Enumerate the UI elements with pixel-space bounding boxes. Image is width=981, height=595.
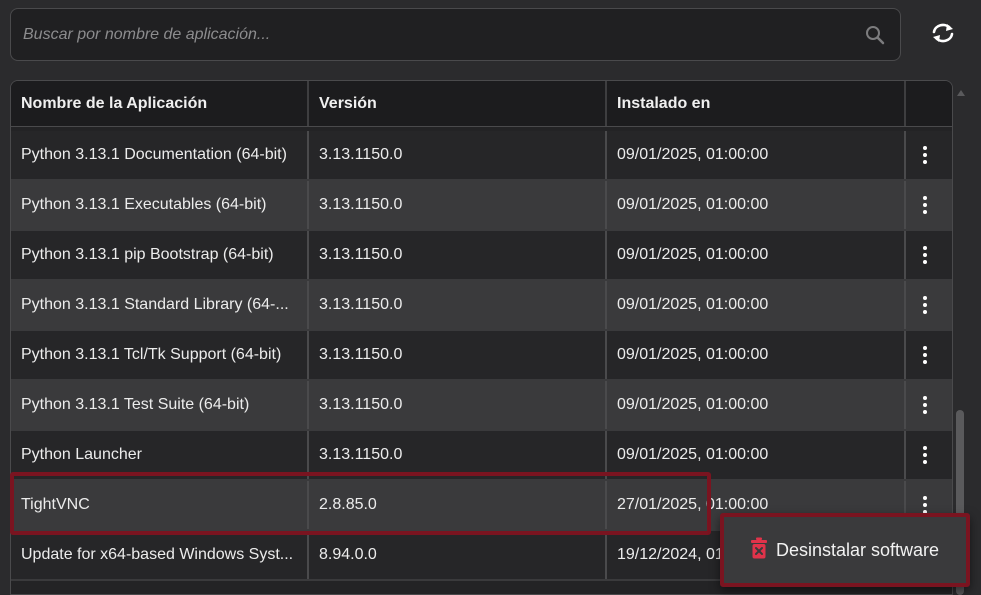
trash-icon xyxy=(750,537,768,564)
cell-version: 3.13.1150.0 xyxy=(309,181,607,229)
cell-name: Python 3.13.1 pip Bootstrap (64-bit) xyxy=(11,231,309,279)
cell-name: TightVNC xyxy=(11,481,309,529)
cell-name: Python 3.13.1 Standard Library (64-... xyxy=(11,281,309,329)
cell-version: 3.13.1150.0 xyxy=(309,281,607,329)
table-row[interactable]: Python Launcher 3.13.1150.0 09/01/2025, … xyxy=(11,431,952,481)
more-vertical-icon xyxy=(923,246,935,264)
more-options-button[interactable] xyxy=(906,281,952,329)
table-row[interactable]: Python 3.13.1 Executables (64-bit) 3.13.… xyxy=(11,181,952,231)
more-vertical-icon xyxy=(923,346,935,364)
table-header: Nombre de la Aplicación Versión Instalad… xyxy=(11,81,952,127)
cell-installed: 09/01/2025, 01:00:00 xyxy=(607,381,906,429)
cell-name: Python 3.13.1 Test Suite (64-bit) xyxy=(11,381,309,429)
cell-name: Python Launcher xyxy=(11,431,309,479)
cell-version: 3.13.1150.0 xyxy=(309,381,607,429)
more-options-button[interactable] xyxy=(906,231,952,279)
cell-installed: 09/01/2025, 01:00:00 xyxy=(607,231,906,279)
cell-installed: 09/01/2025, 01:00:00 xyxy=(607,331,906,379)
cell-version: 3.13.1150.0 xyxy=(309,331,607,379)
search-icon[interactable] xyxy=(864,24,886,46)
table-row[interactable]: Python 3.13.1 Test Suite (64-bit) 3.13.1… xyxy=(11,381,952,431)
cell-version: 8.94.0.0 xyxy=(309,531,607,579)
more-options-button[interactable] xyxy=(906,331,952,379)
cell-version: 2.8.85.0 xyxy=(309,481,607,529)
column-header-actions xyxy=(906,81,952,126)
cell-name: Python 3.13.1 Executables (64-bit) xyxy=(11,181,309,229)
more-vertical-icon xyxy=(923,196,935,214)
uninstall-label: Desinstalar software xyxy=(776,539,940,560)
search-box[interactable] xyxy=(10,8,901,61)
cell-version: 3.13.1150.0 xyxy=(309,431,607,479)
more-vertical-icon xyxy=(923,296,935,314)
more-vertical-icon xyxy=(923,396,935,414)
table-row[interactable]: Python 3.13.1 pip Bootstrap (64-bit) 3.1… xyxy=(11,231,952,281)
cell-installed: 09/01/2025, 01:00:00 xyxy=(607,131,906,179)
table-row[interactable]: Python 3.13.1 Standard Library (64-... 3… xyxy=(11,281,952,331)
cell-name: Update for x64-based Windows Syst... xyxy=(11,531,309,579)
more-vertical-icon xyxy=(923,446,935,464)
column-header-name[interactable]: Nombre de la Aplicación xyxy=(11,81,309,126)
cell-installed: 09/01/2025, 01:00:00 xyxy=(607,431,906,479)
column-header-version[interactable]: Versión xyxy=(309,81,607,126)
more-vertical-icon xyxy=(923,496,935,514)
cell-name: Python 3.13.1 Tcl/Tk Support (64-bit) xyxy=(11,331,309,379)
table-row[interactable]: Python 3.13.1 Documentation (64-bit) 3.1… xyxy=(11,131,952,181)
cell-name: Python 3.13.1 Documentation (64-bit) xyxy=(11,131,309,179)
more-vertical-icon xyxy=(923,146,935,164)
cell-installed: 09/01/2025, 01:00:00 xyxy=(607,181,906,229)
scroll-up-arrow-icon[interactable] xyxy=(956,84,966,96)
refresh-icon xyxy=(930,22,956,49)
more-options-button[interactable] xyxy=(906,381,952,429)
refresh-button[interactable] xyxy=(921,16,965,54)
cell-installed: 09/01/2025, 01:00:00 xyxy=(607,281,906,329)
cell-version: 3.13.1150.0 xyxy=(309,231,607,279)
uninstall-menu-item[interactable]: Desinstalar software xyxy=(720,513,970,587)
search-input[interactable] xyxy=(23,25,864,44)
column-header-installed[interactable]: Instalado en xyxy=(607,81,906,126)
cell-version: 3.13.1150.0 xyxy=(309,131,607,179)
more-options-button[interactable] xyxy=(906,131,952,179)
more-options-button[interactable] xyxy=(906,431,952,479)
more-options-button[interactable] xyxy=(906,181,952,229)
table-row[interactable]: Python 3.13.1 Tcl/Tk Support (64-bit) 3.… xyxy=(11,331,952,381)
